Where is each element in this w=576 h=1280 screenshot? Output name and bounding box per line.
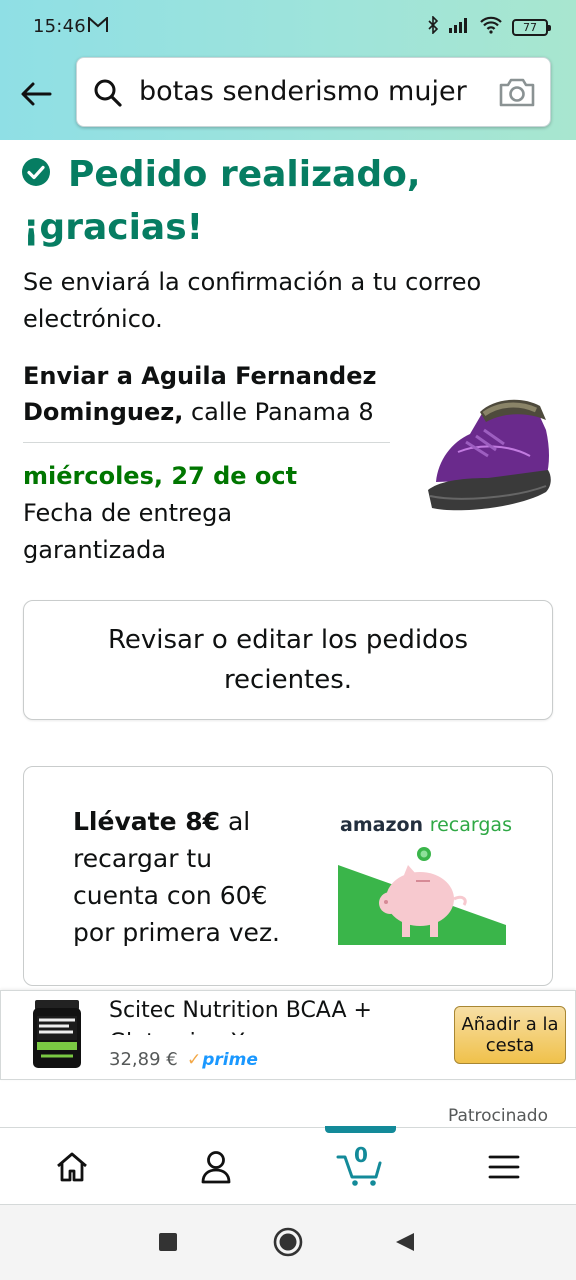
prime-check-icon: ✓: [187, 1050, 202, 1070]
sponsored-ad-bar[interactable]: Scitec Nutrition BCAA + Glutamine Xpress…: [0, 990, 576, 1080]
promo-card-recargas[interactable]: Llévate 8€ al recargar tu cuenta con 60€…: [23, 766, 553, 986]
system-navigation-bar: [0, 1205, 576, 1280]
circle-icon: [273, 1227, 303, 1257]
wifi-icon: [479, 16, 503, 38]
search-field[interactable]: botas senderismo mujer: [76, 57, 551, 127]
square-icon: [159, 1233, 177, 1251]
review-orders-button[interactable]: Revisar o editar los pedidos recientes.: [23, 600, 553, 720]
promo-text: Llévate 8€ al recargar tu cuenta con 60€…: [73, 803, 303, 951]
battery-icon: 77: [512, 18, 551, 36]
app-header: 15:46 77 botas senderismo mujer: [0, 0, 576, 140]
status-bar: 15:46 77: [0, 0, 576, 56]
confirmation-email-note: Se enviará la confirmación a tu correo e…: [23, 268, 482, 333]
brand-recargas: recargas: [429, 814, 512, 836]
nav-home[interactable]: [0, 1128, 144, 1206]
back-system-button[interactable]: [394, 1231, 416, 1257]
ship-to-address: calle Panama 8: [183, 398, 374, 426]
ship-to-info: Enviar a Aguila Fernandez Dominguez, cal…: [23, 358, 393, 430]
search-input[interactable]: botas senderismo mujer: [139, 76, 467, 107]
brand-amazon: amazon: [340, 814, 424, 836]
recents-button[interactable]: [158, 1232, 178, 1256]
status-indicators: 77: [427, 15, 551, 38]
prime-label: prime: [202, 1050, 258, 1070]
bluetooth-icon: [427, 15, 439, 38]
ad-product-image[interactable]: [31, 998, 83, 1070]
arrow-left-icon: [21, 82, 52, 106]
bottom-navigation: 0: [0, 1126, 576, 1206]
promo-bold: Llévate 8€: [73, 807, 221, 836]
divider: [23, 442, 390, 443]
status-time: 15:46: [33, 16, 86, 37]
delivery-guarantee-note: Fecha de entrega garantizada: [23, 499, 233, 564]
order-placed-title: Pedido realizado, ¡gracias!: [23, 154, 421, 248]
nav-menu[interactable]: [432, 1128, 576, 1206]
signal-icon: [448, 17, 470, 37]
nav-cart[interactable]: 0: [288, 1128, 432, 1206]
cart-count: 0: [354, 1143, 368, 1167]
amazon-recargas-logo: amazon recargas: [340, 814, 512, 836]
product-image-boot[interactable]: [418, 390, 558, 520]
nav-account[interactable]: [144, 1128, 288, 1206]
piggy-bank-illustration: [338, 847, 506, 945]
sponsored-label: Patrocinado: [447, 1106, 548, 1126]
home-icon: [57, 1152, 87, 1182]
hamburger-menu-icon: [488, 1155, 520, 1179]
cart-icon[interactable]: 0: [336, 1143, 384, 1187]
back-button[interactable]: [18, 76, 54, 112]
camera-icon[interactable]: [498, 76, 536, 112]
add-to-cart-button[interactable]: Añadir a la cesta: [454, 1006, 566, 1064]
home-system-button[interactable]: [273, 1227, 303, 1261]
triangle-back-icon: [396, 1233, 414, 1251]
search-icon[interactable]: [93, 78, 123, 112]
gmail-notification-icon: [88, 15, 108, 37]
user-icon: [201, 1151, 231, 1184]
delivery-date: miércoles, 27 de oct: [23, 462, 298, 490]
prime-badge: ✓prime: [187, 1050, 258, 1070]
ad-price: 32,89 €: [109, 1049, 178, 1070]
ad-product-title[interactable]: Scitec Nutrition BCAA + Glutamine Xpress: [109, 995, 429, 1035]
